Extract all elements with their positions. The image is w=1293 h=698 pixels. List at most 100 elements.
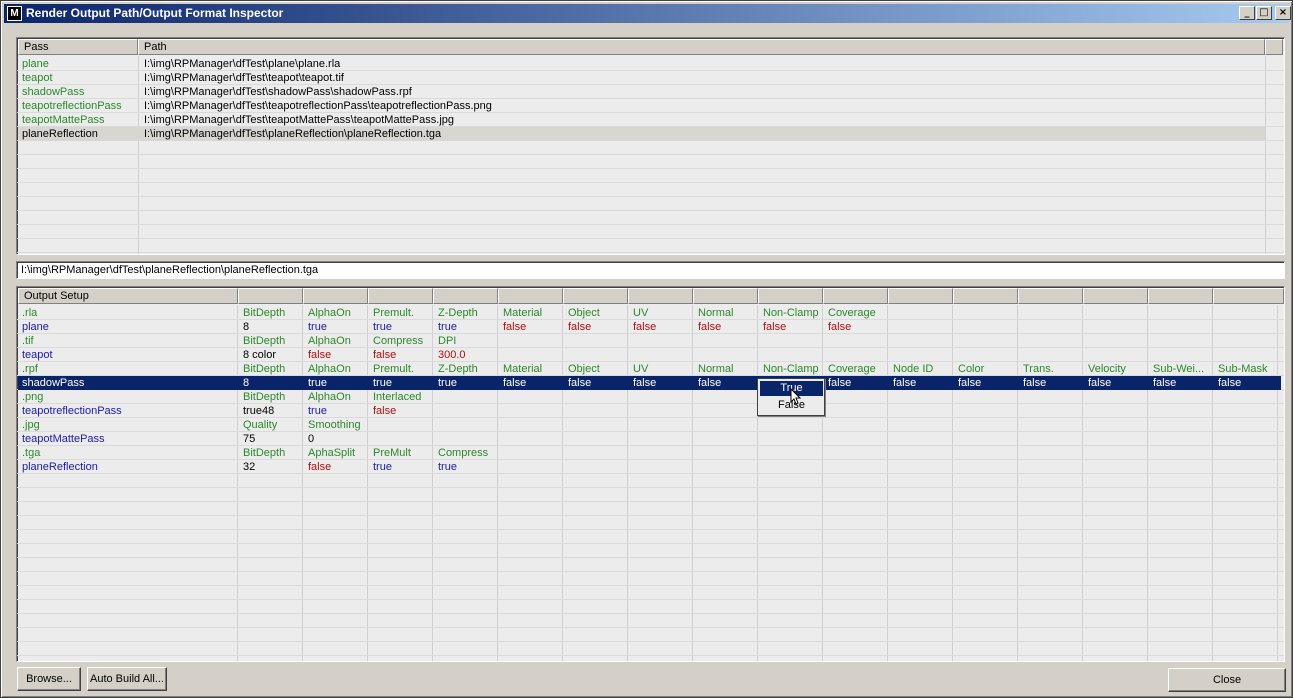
close-button[interactable]: Close xyxy=(1168,668,1286,692)
column-header-blank[interactable] xyxy=(1083,288,1148,304)
setting-label: Quality xyxy=(243,419,278,431)
pass-path[interactable]: I:\img\RPManager\dfTest\teapotMattePass\… xyxy=(144,113,454,127)
setting-value[interactable]: false xyxy=(633,376,656,390)
setting-value[interactable]: false xyxy=(763,320,786,334)
column-header-blank[interactable] xyxy=(498,288,563,304)
setting-value[interactable]: 32 xyxy=(243,460,255,474)
setting-value[interactable]: false xyxy=(503,376,526,390)
pass-name[interactable]: plane xyxy=(22,320,49,334)
pass-name[interactable]: teapot xyxy=(22,71,53,85)
pass-name[interactable]: teapotMattePass xyxy=(22,113,105,127)
column-header-blank[interactable] xyxy=(888,288,953,304)
setting-value[interactable]: false xyxy=(568,320,591,334)
pass-name[interactable]: teapotreflectionPass xyxy=(22,404,122,418)
column-header-blank[interactable] xyxy=(1148,288,1213,304)
pass-path[interactable]: I:\img\RPManager\dfTest\plane\plane.rla xyxy=(144,57,340,71)
setting-value[interactable]: false xyxy=(698,320,721,334)
column-header-blank[interactable] xyxy=(758,288,823,304)
setting-value[interactable]: true xyxy=(438,376,457,390)
setting-value[interactable]: false xyxy=(503,320,526,334)
setting-value[interactable]: true xyxy=(373,376,392,390)
auto-build-all-button[interactable]: Auto Build All... xyxy=(87,667,167,691)
setting-label: Node ID xyxy=(893,363,934,375)
setting-label: Sub-Wei... xyxy=(1153,363,1205,375)
column-header-blank[interactable] xyxy=(303,288,368,304)
setting-label: AlphaOn xyxy=(308,391,351,403)
setting-value[interactable]: false xyxy=(308,348,331,362)
setting-value[interactable]: false xyxy=(1023,376,1046,390)
setting-value[interactable]: 8 color xyxy=(243,348,276,362)
pass-path[interactable]: I:\img\RPManager\dfTest\teapot\teapot.ti… xyxy=(144,71,344,85)
inspector-window: M Render Output Path/Output Format Inspe… xyxy=(0,0,1293,698)
setting-value[interactable]: false xyxy=(958,376,981,390)
setting-label: Trans. xyxy=(1023,363,1054,375)
pass-name[interactable]: shadowPass xyxy=(22,85,84,99)
setting-value[interactable]: false xyxy=(893,376,916,390)
setting-value[interactable]: true xyxy=(373,460,392,474)
output-setup-grid[interactable]: Output Setup .rla BitDepth AlphaOn Premult. Z… xyxy=(16,286,1285,662)
column-header-path[interactable]: Path xyxy=(138,39,1265,55)
title-bar[interactable]: M Render Output Path/Output Format Inspe… xyxy=(4,4,1291,23)
setting-value[interactable]: false xyxy=(373,348,396,362)
column-header-blank[interactable] xyxy=(953,288,1018,304)
setting-label: Normal xyxy=(698,307,734,319)
setting-value[interactable]: 300.0 xyxy=(438,348,466,362)
column-header-pass[interactable]: Pass xyxy=(18,39,138,55)
setting-value[interactable]: false xyxy=(1218,376,1241,390)
column-header-blank[interactable] xyxy=(433,288,498,304)
setting-label: Z-Depth xyxy=(438,307,478,319)
setting-value[interactable]: false xyxy=(828,376,851,390)
setting-value[interactable]: 8 xyxy=(243,320,249,334)
pass-path[interactable]: I:\img\RPManager\dfTest\teapotreflection… xyxy=(144,99,492,113)
setting-value[interactable]: false xyxy=(1153,376,1176,390)
setting-label: BitDepth xyxy=(243,447,286,459)
column-header-blank[interactable] xyxy=(1018,288,1083,304)
setting-value[interactable]: false xyxy=(698,376,721,390)
setting-value[interactable]: false xyxy=(308,460,331,474)
column-header-blank[interactable] xyxy=(1213,288,1284,304)
setting-value[interactable]: true48 xyxy=(243,404,274,418)
pass-name[interactable]: teapotreflectionPass xyxy=(22,99,122,113)
pass-path[interactable]: I:\img\RPManager\dfTest\shadowPass\shado… xyxy=(144,85,412,99)
minimize-button[interactable]: _ xyxy=(1239,6,1255,20)
column-header-blank[interactable] xyxy=(238,288,303,304)
setting-value[interactable]: true xyxy=(308,320,327,334)
setting-value[interactable]: 75 xyxy=(243,432,255,446)
passes-list[interactable]: Pass Path plane I:\img\RPManager\dfTest\p… xyxy=(16,37,1285,255)
pass-path[interactable]: I:\img\RPManager\dfTest\planeReflection\… xyxy=(144,127,441,141)
pass-name[interactable]: teapot xyxy=(22,348,53,362)
column-header-blank[interactable] xyxy=(628,288,693,304)
setting-value[interactable]: false xyxy=(633,320,656,334)
pass-name[interactable]: planeReflection xyxy=(22,460,98,474)
setting-value[interactable]: true xyxy=(438,320,457,334)
format-name: .tga xyxy=(22,447,41,459)
pass-name[interactable]: plane xyxy=(22,57,49,71)
column-header-blank[interactable] xyxy=(563,288,628,304)
selected-path-field[interactable]: I:\img\RPManager\dfTest\planeReflection\… xyxy=(16,261,1285,279)
setting-label: UV xyxy=(633,307,649,319)
setting-value[interactable]: true xyxy=(308,376,327,390)
setting-label: Normal xyxy=(698,363,734,375)
column-header-blank[interactable] xyxy=(368,288,433,304)
maximize-button[interactable]: □ xyxy=(1256,6,1272,20)
pass-name[interactable]: shadowPass xyxy=(22,376,84,390)
setting-value[interactable]: false xyxy=(373,404,396,418)
setting-value[interactable]: false xyxy=(1088,376,1111,390)
setting-value[interactable]: 8 xyxy=(243,376,249,390)
setting-value[interactable]: false xyxy=(568,376,591,390)
setting-value[interactable]: 0 xyxy=(308,432,314,446)
setting-value[interactable]: true xyxy=(438,460,457,474)
close-window-button[interactable]: × xyxy=(1275,6,1291,20)
column-header-blank[interactable] xyxy=(823,288,888,304)
pass-name[interactable]: teapotMattePass xyxy=(22,432,105,446)
app-icon[interactable]: M xyxy=(7,6,22,21)
column-header-blank[interactable] xyxy=(693,288,758,304)
setting-value[interactable]: true xyxy=(308,404,327,418)
setting-value[interactable]: false xyxy=(828,320,851,334)
format-name: .jpg xyxy=(22,419,40,431)
setting-value[interactable]: true xyxy=(373,320,392,334)
pass-name[interactable]: planeReflection xyxy=(22,127,98,141)
browse-button[interactable]: Browse... xyxy=(17,667,81,691)
column-header-output-setup[interactable]: Output Setup xyxy=(18,288,238,304)
setting-label: Non-Clamp xyxy=(763,307,819,319)
